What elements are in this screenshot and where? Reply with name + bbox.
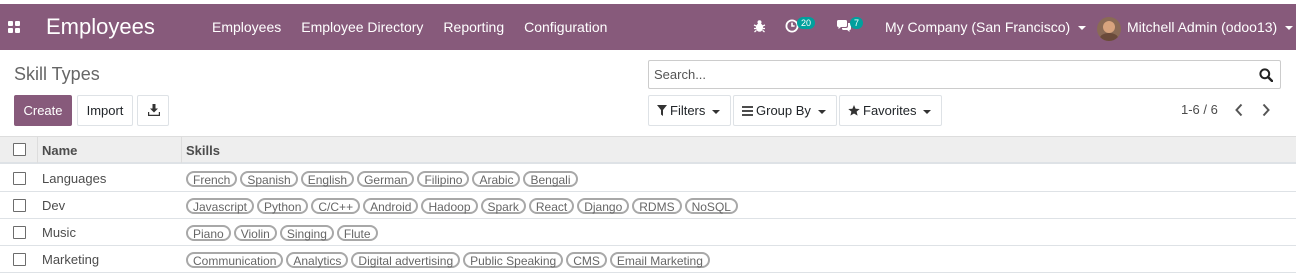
download-button[interactable]	[137, 95, 169, 126]
skill-tag: Public Speaking	[463, 252, 564, 268]
chevron-down-icon	[817, 109, 826, 114]
skill-tag: Filipino	[417, 171, 470, 187]
row-checkbox[interactable]	[13, 253, 26, 266]
groupby-dropdown[interactable]: Group By	[733, 95, 837, 126]
user-menu[interactable]: Mitchell Admin (odoo13)	[1127, 18, 1294, 36]
skill-tag: Analytics	[286, 252, 349, 268]
cell-skills: Javascript Python C/C++ Android Hadoop Spark R…	[186, 198, 738, 214]
cell-skills: Piano Violin Singing Flute	[186, 225, 378, 241]
skill-tag: Bengali	[523, 171, 578, 187]
messages-count-badge: 7	[850, 17, 864, 29]
skill-tag: RDMS	[632, 198, 682, 214]
select-all-checkbox[interactable]	[13, 143, 26, 156]
row-checkbox[interactable]	[13, 226, 26, 239]
import-button[interactable]: Import	[77, 95, 133, 126]
pager-next-icon[interactable]	[1261, 103, 1271, 117]
skill-tag: Singing	[279, 225, 334, 241]
chevron-down-icon	[1285, 26, 1294, 31]
main-navbar: Employees Employees Employee Directory R…	[0, 4, 1296, 50]
skill-tag: Spark	[480, 198, 526, 214]
cell-name: Dev	[42, 198, 66, 213]
menu-item-reporting[interactable]: Reporting	[443, 18, 504, 36]
skill-tag: Communication	[186, 252, 284, 268]
chevron-down-icon	[1078, 26, 1087, 31]
skill-tag: English	[300, 171, 355, 187]
menu-item-configuration[interactable]: Configuration	[524, 18, 607, 36]
pager-previous-icon[interactable]	[1234, 103, 1244, 117]
column-header-skills[interactable]: Skills	[186, 143, 220, 159]
company-name: My Company (San Francisco)	[885, 19, 1071, 35]
skill-tag: Violin	[233, 225, 277, 241]
company-switcher[interactable]: My Company (San Francisco)	[885, 18, 1087, 36]
search-bar	[648, 60, 1281, 89]
favorites-dropdown[interactable]: Favorites	[839, 95, 942, 126]
cell-skills: French Spanish English German Filipino Arabic…	[186, 171, 578, 187]
table-row[interactable]: Languages French Spanish English German Filip…	[0, 165, 1296, 192]
skill-tag: Hadoop	[421, 198, 478, 214]
download-icon	[148, 104, 160, 116]
table-header: Name Skills	[0, 136, 1296, 164]
skill-tag: Android	[363, 198, 419, 214]
groupby-label: Group By	[756, 103, 811, 118]
star-icon	[848, 105, 860, 116]
skill-tag: CMS	[566, 252, 607, 268]
skill-tag: German	[357, 171, 415, 187]
pager-value[interactable]: 1-6 / 6	[1181, 102, 1218, 118]
skill-tag: Javascript	[186, 198, 255, 214]
apps-menu-icon[interactable]	[8, 21, 20, 33]
debug-bug-icon[interactable]	[753, 19, 766, 33]
skill-tag: Flute	[336, 225, 378, 241]
table-row[interactable]: Marketing Communication Analytics Digital a…	[0, 246, 1296, 273]
activity-count-badge: 20	[797, 17, 816, 29]
favorites-label: Favorites	[863, 103, 917, 118]
row-checkbox[interactable]	[13, 199, 26, 212]
skill-tag: C/C++	[311, 198, 361, 214]
column-divider	[37, 137, 38, 163]
search-icon[interactable]	[1259, 68, 1273, 82]
menu-item-employees[interactable]: Employees	[212, 18, 281, 36]
cell-skills: Communication Analytics Digital advertisin…	[186, 252, 710, 268]
chevron-down-icon	[923, 109, 932, 114]
list-bars-icon	[742, 106, 753, 116]
skill-tag: Django	[577, 198, 630, 214]
skill-tag: Email Marketing	[609, 252, 710, 268]
skill-tag: Piano	[186, 225, 231, 241]
column-header-name[interactable]: Name	[42, 143, 77, 159]
skill-tag: Arabic	[472, 171, 521, 187]
table-row[interactable]: Music Piano Violin Singing Flute	[0, 219, 1296, 246]
skill-tag: NoSQL	[684, 198, 738, 214]
skill-tag: French	[186, 171, 238, 187]
skill-tag: React	[528, 198, 575, 214]
create-button[interactable]: Create	[14, 95, 72, 126]
column-divider	[181, 137, 182, 163]
user-avatar[interactable]	[1097, 17, 1121, 41]
cell-name: Languages	[42, 171, 107, 186]
row-checkbox[interactable]	[13, 172, 26, 185]
skill-tag: Spanish	[240, 171, 298, 187]
search-input[interactable]	[649, 61, 1249, 88]
user-name: Mitchell Admin (odoo13)	[1127, 19, 1278, 35]
page-title: Skill Types	[14, 64, 100, 84]
chevron-down-icon	[712, 109, 721, 114]
cell-name: Music	[42, 225, 76, 240]
table-row[interactable]: Dev Javascript Python C/C++ Android Hadoop Spa…	[0, 192, 1296, 219]
cell-name: Marketing	[42, 252, 100, 267]
skill-tag: Python	[257, 198, 309, 214]
top-menu: Employees Employee Directory Reporting C…	[212, 18, 607, 36]
app-title[interactable]: Employees	[46, 13, 155, 41]
filters-dropdown[interactable]: Filters	[648, 95, 731, 126]
skill-tag: Digital advertising	[351, 252, 461, 268]
filter-funnel-icon	[657, 105, 667, 116]
menu-item-employee-directory[interactable]: Employee Directory	[301, 18, 423, 36]
filters-label: Filters	[670, 103, 706, 118]
